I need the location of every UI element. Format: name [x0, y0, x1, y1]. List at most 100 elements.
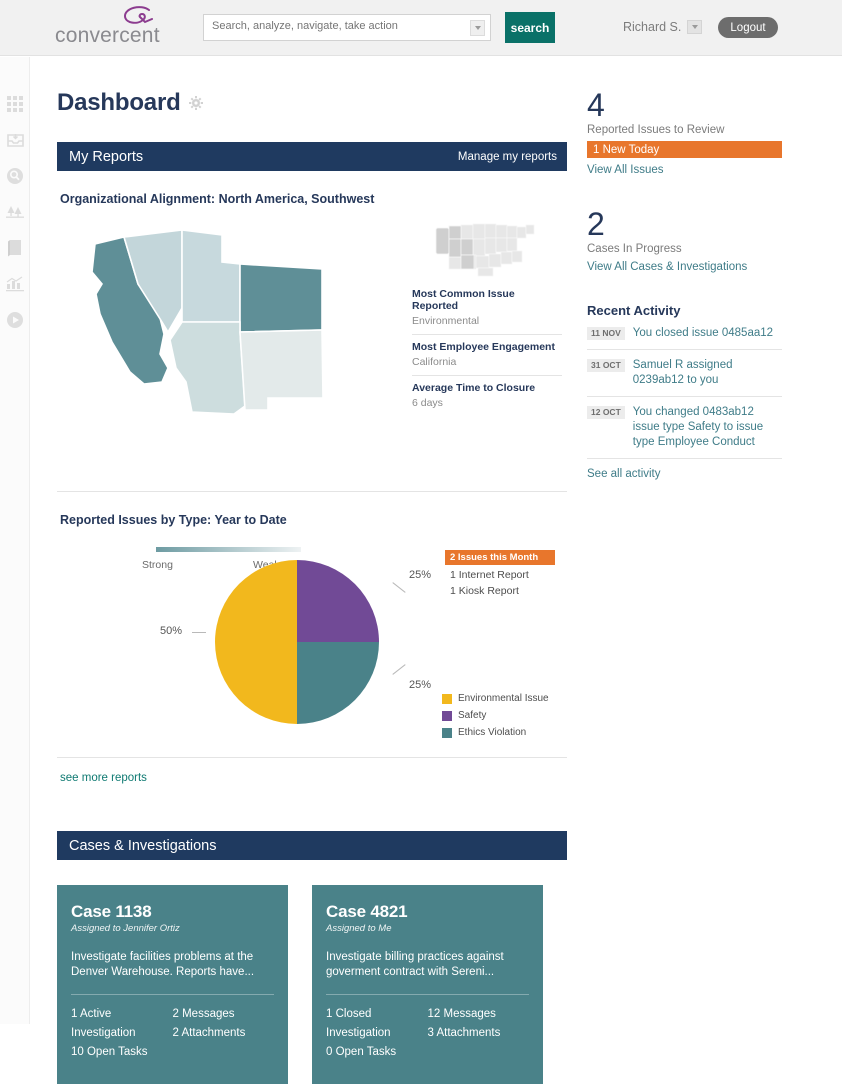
case-stats: 1 Closed Investigation 0 Open Tasks 12 M…: [326, 1005, 529, 1062]
right-sidebar: 4 Reported Issues to Review 1 New Today …: [587, 57, 782, 480]
see-all-activity-link[interactable]: See all activity: [587, 468, 782, 480]
pie-legend-item: Ethics Violation: [442, 727, 549, 738]
cases-count: 2: [587, 206, 605, 242]
pie-slice-ethics: [297, 642, 379, 724]
page-title: Dashboard: [57, 89, 181, 116]
activity-date: 31 OCT: [587, 359, 625, 372]
activity-text[interactable]: You changed 0483ab12 issue type Safety t…: [633, 405, 782, 450]
search-button[interactable]: search: [505, 12, 555, 43]
manage-my-reports-link[interactable]: Manage my reports: [458, 151, 557, 163]
logout-button[interactable]: Logout: [718, 17, 778, 38]
bar-chart-icon: [6, 276, 24, 292]
month-breakdown-internet: 1 Internet Report: [450, 569, 529, 581]
trees-nature-icon: [6, 206, 24, 218]
rail-item-nature[interactable]: [5, 202, 25, 222]
chevron-down-icon: [691, 25, 698, 29]
magnifier-search-icon: [7, 168, 23, 184]
pie-legend: Environmental Issue Safety Ethics Violat…: [442, 693, 549, 744]
activity-row[interactable]: 12 OCT You changed 0483ab12 issue type S…: [587, 397, 782, 459]
case-card[interactable]: Case 4821 Assigned to Me Investigate bil…: [312, 885, 543, 1084]
activity-row[interactable]: 11 NOV You closed issue 0485aa12: [587, 318, 782, 350]
pie-slice-safety: [297, 560, 379, 642]
case-card[interactable]: Case 1138 Assigned to Jennifer Ortiz Inv…: [57, 885, 288, 1084]
stat-value: 6 days: [412, 397, 443, 409]
inbox-download-icon: [6, 134, 24, 147]
rail-item-search[interactable]: [5, 166, 25, 186]
case-title: Case 1138: [71, 902, 152, 921]
pie-label-environmental: 50%: [160, 625, 183, 637]
rail-item-play[interactable]: [5, 310, 25, 330]
rail-item-apps[interactable]: [5, 94, 25, 114]
view-all-issues-link[interactable]: View All Issues: [587, 164, 782, 176]
pie-label-ethics: 25%: [409, 679, 432, 691]
activity-row[interactable]: 31 OCT Samuel R assigned 0239ab12 to you: [587, 350, 782, 397]
see-more-reports-link[interactable]: see more reports: [60, 772, 147, 784]
new-today-badge[interactable]: 1 New Today: [587, 141, 782, 158]
stat-value: California: [412, 356, 457, 368]
left-icon-rail: [0, 57, 30, 1024]
rail-item-inbox[interactable]: [5, 130, 25, 150]
map-region-colorado: [239, 263, 323, 333]
rail-item-reports[interactable]: [5, 274, 25, 294]
stat-label: Most Employee Engagement: [412, 341, 555, 353]
search-scope-dropdown[interactable]: [470, 20, 485, 36]
issues-count: 4: [587, 87, 605, 123]
recent-activity-title: Recent Activity: [587, 303, 681, 318]
top-header-bar: convercent search Richard S. Logout: [0, 0, 842, 56]
case-assignee: Assigned to Jennifer Ortiz: [71, 923, 180, 934]
map-report-body: Most Common Issue Reported Environmental…: [57, 206, 567, 571]
view-all-cases-link[interactable]: View All Cases & Investigations: [587, 261, 782, 273]
map-report-title: Organizational Alignment: North America,…: [60, 192, 375, 206]
pie-report-title: Reported Issues by Type: Year to Date: [60, 513, 287, 527]
legend-label: Safety: [458, 710, 487, 721]
stat-label: Average Time to Closure: [412, 382, 536, 394]
user-name-label[interactable]: Richard S.: [623, 20, 681, 34]
case-stat: 2 Attachments: [172, 1027, 246, 1039]
issues-by-type-pie-chart[interactable]: [214, 559, 380, 725]
case-stat: 0 Open Tasks: [326, 1046, 397, 1058]
legend-swatch-ethics: [442, 727, 452, 738]
search-input[interactable]: [212, 20, 462, 32]
case-description: Investigate billing practices against go…: [326, 951, 504, 978]
user-menu-dropdown[interactable]: [687, 20, 702, 34]
map-region-utah: [181, 229, 241, 323]
my-reports-title: My Reports: [69, 148, 144, 165]
pie-legend-item: Safety: [442, 710, 549, 721]
case-stat: 12 Messages: [427, 1008, 496, 1020]
cases-panel-title: Cases & Investigations: [69, 837, 217, 854]
pie-report-block: Reported Issues by Type: Year to Date 25…: [57, 513, 567, 758]
case-divider: [71, 994, 274, 995]
pie-slice-environmental: [215, 560, 297, 724]
my-reports-panel-header: My Reports Manage my reports: [57, 142, 567, 171]
cases-card-row: Case 1138 Assigned to Jennifer Ortiz Inv…: [57, 885, 567, 1084]
book-icon: [7, 239, 21, 256]
us-map-thumbnail-icon: [435, 223, 535, 277]
rail-item-policies[interactable]: [5, 238, 25, 258]
page-title-row: Dashboard: [57, 89, 567, 117]
convercent-logo[interactable]: convercent: [55, 6, 175, 50]
case-stats: 1 Active Investigation 10 Open Tasks 2 M…: [71, 1005, 274, 1062]
case-title: Case 4821: [326, 902, 408, 921]
stat-item: Most Employee Engagement California: [412, 334, 562, 375]
southwest-choropleth-map[interactable]: [82, 222, 382, 432]
activity-text[interactable]: Samuel R assigned 0239ab12 to you: [633, 358, 782, 388]
stat-item: Average Time to Closure 6 days: [412, 375, 562, 416]
chevron-down-icon: [474, 26, 481, 30]
pie-legend-item: Environmental Issue: [442, 693, 549, 704]
case-stat: 10 Open Tasks: [71, 1046, 148, 1058]
global-search-box[interactable]: [203, 14, 491, 41]
map-region-newmexico: [239, 329, 324, 411]
case-stat: 2 Messages: [172, 1008, 235, 1020]
case-assignee: Assigned to Me: [326, 923, 392, 934]
stat-label: Most Common Issue Reported: [412, 288, 515, 312]
stat-item: Most Common Issue Reported Environmental: [412, 282, 562, 334]
pie-label-safety: 25%: [409, 569, 432, 581]
activity-text[interactable]: You closed issue 0485aa12: [633, 326, 773, 341]
pie-leader-line: [192, 632, 206, 633]
map-report-block: Organizational Alignment: North America,…: [57, 192, 567, 571]
pie-leader-line: [392, 582, 406, 593]
issues-this-month-badge[interactable]: 2 Issues this Month: [445, 550, 555, 565]
legend-swatch-environmental: [442, 693, 452, 704]
month-breakdown-kiosk: 1 Kiosk Report: [450, 585, 519, 597]
gear-icon[interactable]: [188, 96, 203, 110]
